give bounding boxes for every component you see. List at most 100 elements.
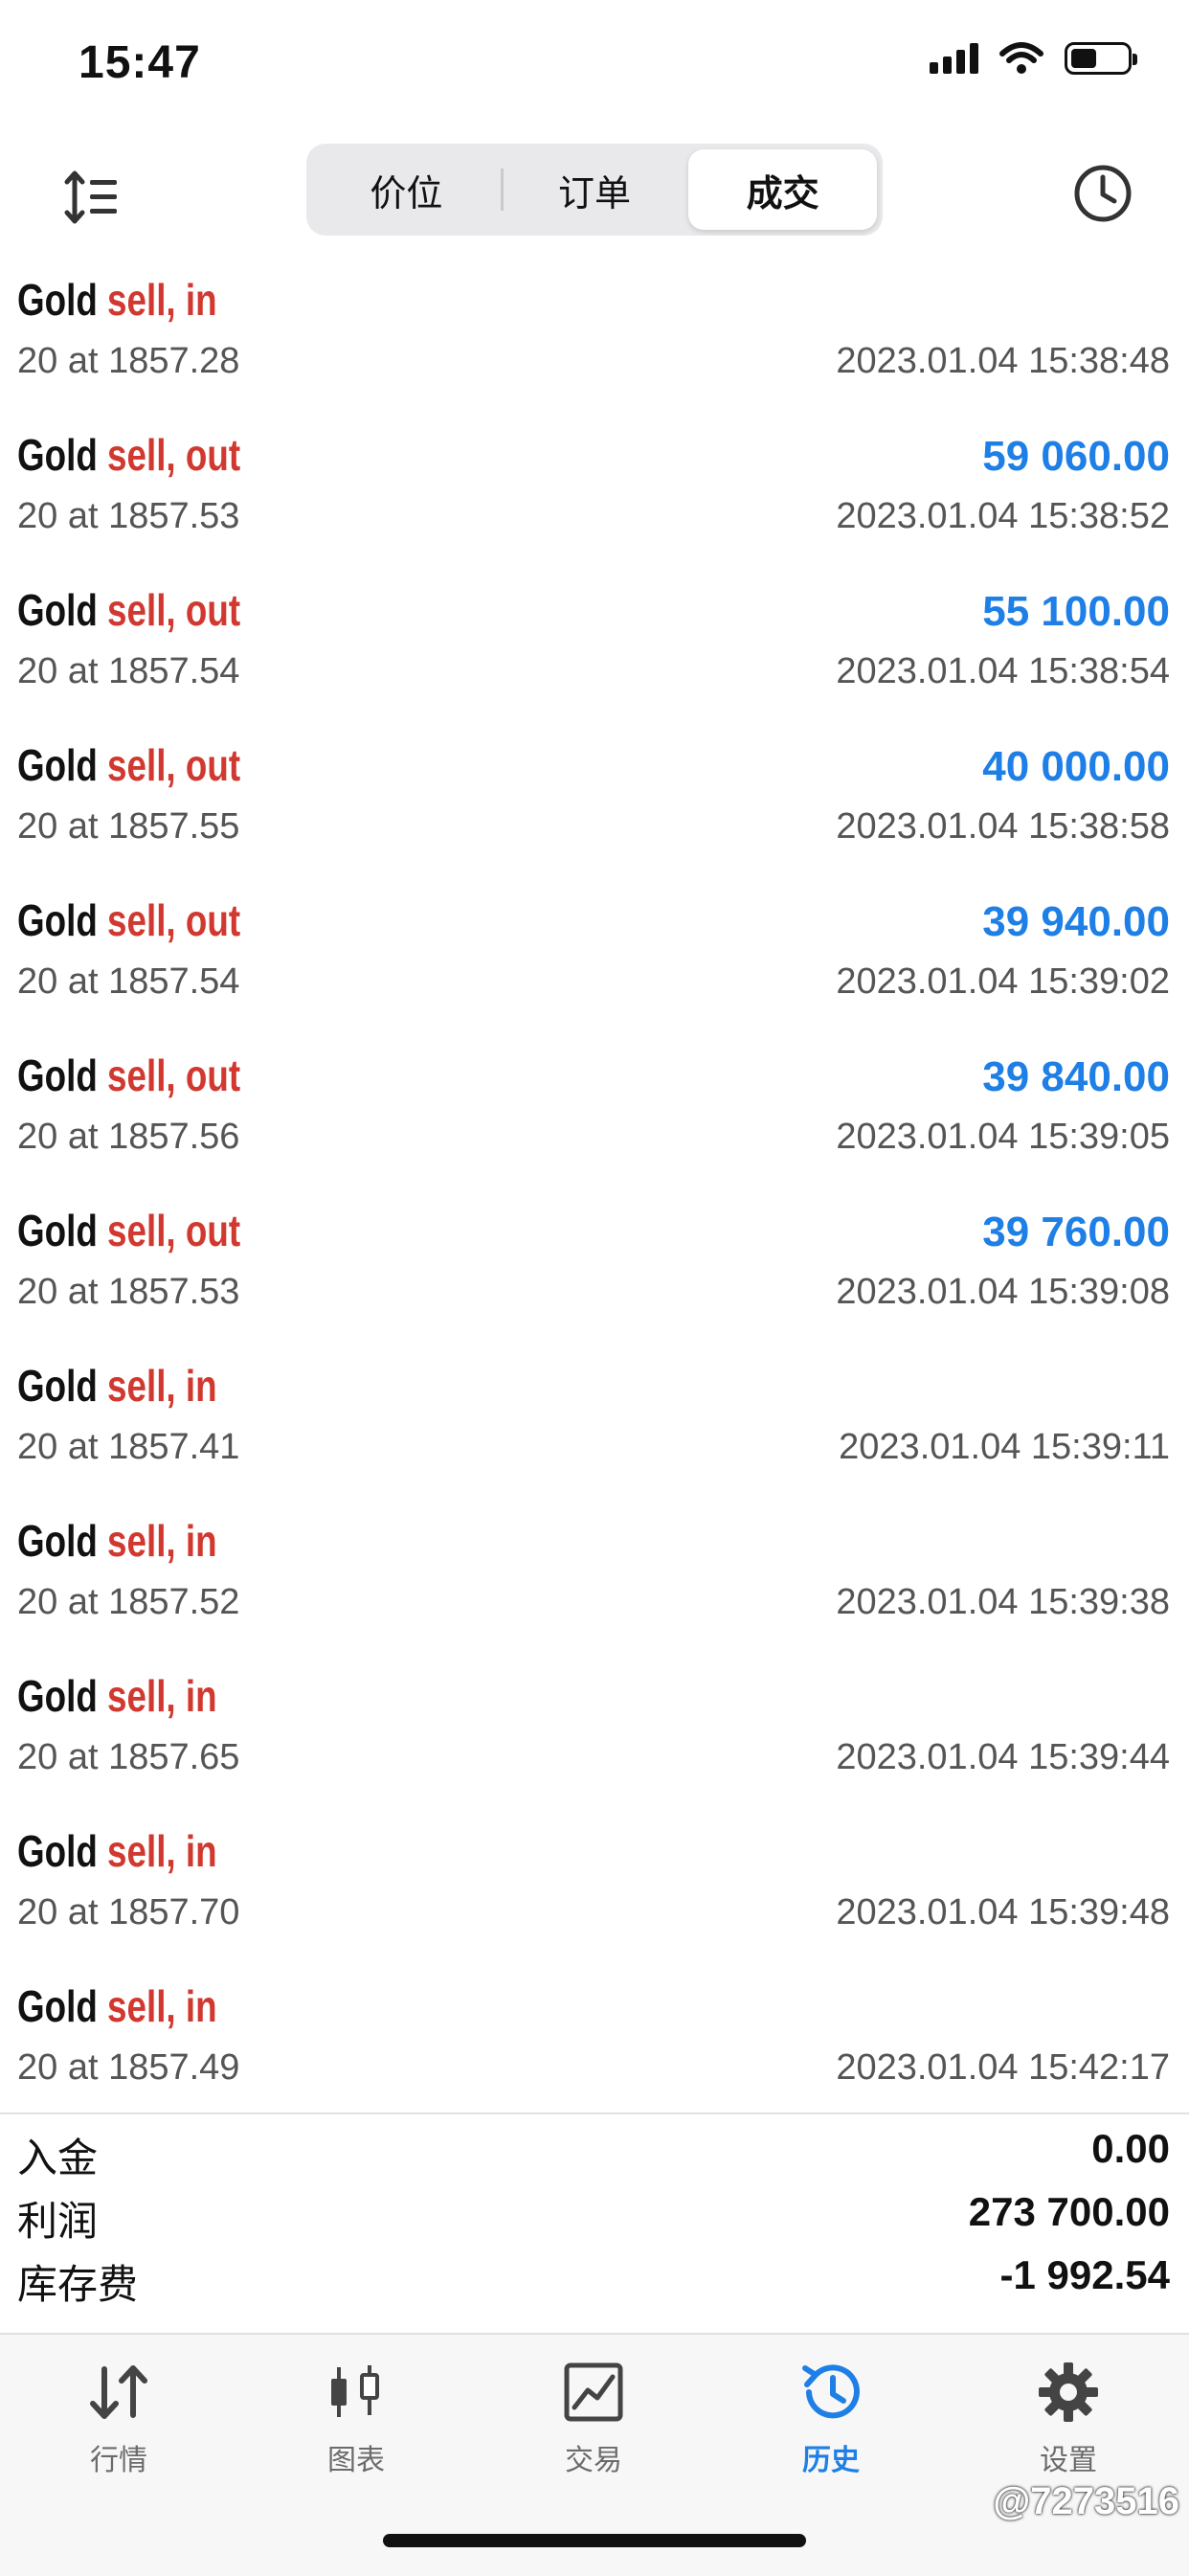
deal-symbol: Gold bbox=[17, 1361, 98, 1411]
summary-label: 利润 bbox=[17, 2199, 99, 2244]
deal-profit: 40 000.00 bbox=[982, 743, 1170, 790]
deal-symbol: Gold bbox=[17, 430, 98, 480]
deal-direction: sell, in bbox=[107, 1361, 217, 1411]
deal-direction: sell, out bbox=[107, 740, 241, 790]
status-bar: 15:47 bbox=[0, 0, 1189, 124]
deal-direction: sell, out bbox=[107, 1206, 241, 1255]
deal-row[interactable]: Gold sell, out 39 760.00 20 at 1857.53 2… bbox=[0, 1199, 1189, 1354]
sort-button[interactable] bbox=[54, 159, 130, 236]
deal-volume-price: 20 at 1857.53 bbox=[17, 1272, 240, 1312]
deal-row[interactable]: Gold sell, out 40 000.00 20 at 1857.55 2… bbox=[0, 734, 1189, 889]
deal-row[interactable]: Gold sell, out 59 060.00 20 at 1857.53 2… bbox=[0, 423, 1189, 578]
deal-time: 2023.01.04 15:38:54 bbox=[836, 651, 1170, 691]
period-button[interactable] bbox=[1065, 155, 1141, 232]
clock-icon bbox=[1074, 165, 1132, 222]
deal-row[interactable]: Gold sell, in 20 at 1857.41 2023.01.04 1… bbox=[0, 1354, 1189, 1509]
deal-symbol: Gold bbox=[17, 1981, 98, 2031]
tab-deals[interactable]: 成交 bbox=[688, 149, 878, 230]
home-indicator[interactable] bbox=[383, 2534, 806, 2547]
summary-label: 入金 bbox=[17, 2135, 99, 2181]
deal-symbol: Gold bbox=[17, 1826, 98, 1876]
top-toolbar: 价位 订单 成交 bbox=[0, 134, 1189, 249]
deal-row[interactable]: Gold sell, out 39 940.00 20 at 1857.54 2… bbox=[0, 889, 1189, 1044]
deal-symbol: Gold bbox=[17, 275, 98, 325]
tabbar-label: 设置 bbox=[1040, 2445, 1097, 2476]
deal-volume-price: 20 at 1857.56 bbox=[17, 1117, 240, 1157]
wifi-icon bbox=[999, 42, 1043, 74]
summary-value: 0.00 bbox=[1091, 2126, 1170, 2171]
deal-direction: sell, in bbox=[107, 1671, 217, 1721]
tabbar-item-charts[interactable]: 图表 bbox=[280, 2354, 433, 2488]
deal-time: 2023.01.04 15:39:48 bbox=[836, 1892, 1170, 1932]
tabbar-label: 行情 bbox=[90, 2445, 147, 2476]
summary-row-deposit: 入金 0.00 bbox=[0, 2114, 1189, 2181]
deal-time: 2023.01.04 15:39:02 bbox=[836, 961, 1170, 1002]
history-icon bbox=[802, 2364, 860, 2419]
deal-direction: sell, out bbox=[107, 585, 241, 635]
deal-time: 2023.01.04 15:38:48 bbox=[836, 341, 1170, 381]
battery-icon bbox=[1065, 42, 1137, 75]
deal-time: 2023.01.04 15:39:44 bbox=[836, 1737, 1170, 1777]
deal-profit: 39 940.00 bbox=[982, 898, 1170, 945]
watermark: @7273516 bbox=[993, 2480, 1179, 2522]
deal-row[interactable]: Gold sell, out 55 100.00 20 at 1857.54 2… bbox=[0, 578, 1189, 734]
tabbar-item-history[interactable]: 历史 bbox=[754, 2354, 908, 2488]
deal-time: 2023.01.04 15:39:11 bbox=[839, 1427, 1170, 1467]
deal-symbol: Gold bbox=[17, 740, 98, 790]
deal-profit: 39 840.00 bbox=[982, 1053, 1170, 1100]
deal-volume-price: 20 at 1857.70 bbox=[17, 1892, 240, 1932]
summary-label: 库存费 bbox=[17, 2262, 139, 2307]
tabbar-item-trade[interactable]: 交易 bbox=[517, 2354, 670, 2488]
deal-row[interactable]: Gold sell, out 39 840.00 20 at 1857.56 2… bbox=[0, 1044, 1189, 1199]
deal-row[interactable]: Gold sell, in 20 at 1857.49 2023.01.04 1… bbox=[0, 1975, 1189, 2130]
trade-icon bbox=[564, 2362, 623, 2422]
deal-time: 2023.01.04 15:38:52 bbox=[836, 496, 1170, 536]
deal-row[interactable]: Gold sell, in 20 at 1857.65 2023.01.04 1… bbox=[0, 1664, 1189, 1819]
deal-profit: 59 060.00 bbox=[982, 433, 1170, 480]
status-icons bbox=[930, 42, 1137, 75]
tabbar-label: 交易 bbox=[565, 2445, 622, 2476]
deal-direction: sell, out bbox=[107, 1051, 241, 1100]
deal-volume-price: 20 at 1857.55 bbox=[17, 806, 240, 847]
tab-quotes[interactable]: 价位 bbox=[312, 149, 501, 230]
summary-row-swap: 库存费 -1 992.54 bbox=[0, 2241, 1189, 2307]
summary-value: -1 992.54 bbox=[999, 2252, 1170, 2297]
tabbar-item-quotes[interactable]: 行情 bbox=[42, 2354, 195, 2488]
settings-icon bbox=[1039, 2362, 1098, 2422]
deal-direction: sell, out bbox=[107, 895, 241, 945]
quotes-icon bbox=[90, 2365, 147, 2419]
deal-volume-price: 20 at 1857.54 bbox=[17, 961, 240, 1002]
deal-direction: sell, in bbox=[107, 1516, 217, 1566]
tab-orders[interactable]: 订单 bbox=[500, 149, 689, 230]
deal-time: 2023.01.04 15:39:38 bbox=[836, 1582, 1170, 1622]
deal-direction: sell, out bbox=[107, 430, 241, 480]
deal-volume-price: 20 at 1857.54 bbox=[17, 651, 240, 691]
deal-profit: 39 760.00 bbox=[982, 1209, 1170, 1255]
deal-time: 2023.01.04 15:39:08 bbox=[836, 1272, 1170, 1312]
deal-direction: sell, in bbox=[107, 1826, 217, 1876]
status-time: 15:47 bbox=[79, 37, 201, 88]
deal-symbol: Gold bbox=[17, 1516, 98, 1566]
deal-volume-price: 20 at 1857.65 bbox=[17, 1737, 240, 1777]
deal-symbol: Gold bbox=[17, 585, 98, 635]
summary-value: 273 700.00 bbox=[968, 2189, 1170, 2234]
sort-icon bbox=[64, 170, 117, 224]
deal-row[interactable]: Gold sell, in 20 at 1857.70 2023.01.04 1… bbox=[0, 1819, 1189, 1975]
deal-symbol: Gold bbox=[17, 895, 98, 945]
deal-row[interactable]: Gold sell, in 20 at 1857.52 2023.01.04 1… bbox=[0, 1509, 1189, 1664]
deal-symbol: Gold bbox=[17, 1671, 98, 1721]
segmented-control: 价位 订单 成交 bbox=[306, 144, 883, 236]
cellular-signal-icon bbox=[930, 43, 978, 74]
deal-row[interactable]: Gold sell, in 20 at 1857.28 2023.01.04 1… bbox=[0, 268, 1189, 423]
deal-volume-price: 20 at 1857.52 bbox=[17, 1582, 240, 1622]
deal-direction: sell, in bbox=[107, 275, 217, 325]
tabbar-label: 图表 bbox=[327, 2445, 385, 2476]
deal-time: 2023.01.04 15:42:17 bbox=[836, 2047, 1170, 2088]
deal-symbol: Gold bbox=[17, 1206, 98, 1255]
summary-row-profit: 利润 273 700.00 bbox=[0, 2178, 1189, 2244]
tabbar-label: 历史 bbox=[802, 2445, 860, 2476]
tabbar-item-settings[interactable]: 设置 bbox=[992, 2354, 1145, 2488]
deals-list: Gold sell, in 20 at 1857.28 2023.01.04 1… bbox=[0, 268, 1189, 2130]
deal-direction: sell, in bbox=[107, 1981, 217, 2031]
deal-volume-price: 20 at 1857.49 bbox=[17, 2047, 240, 2088]
